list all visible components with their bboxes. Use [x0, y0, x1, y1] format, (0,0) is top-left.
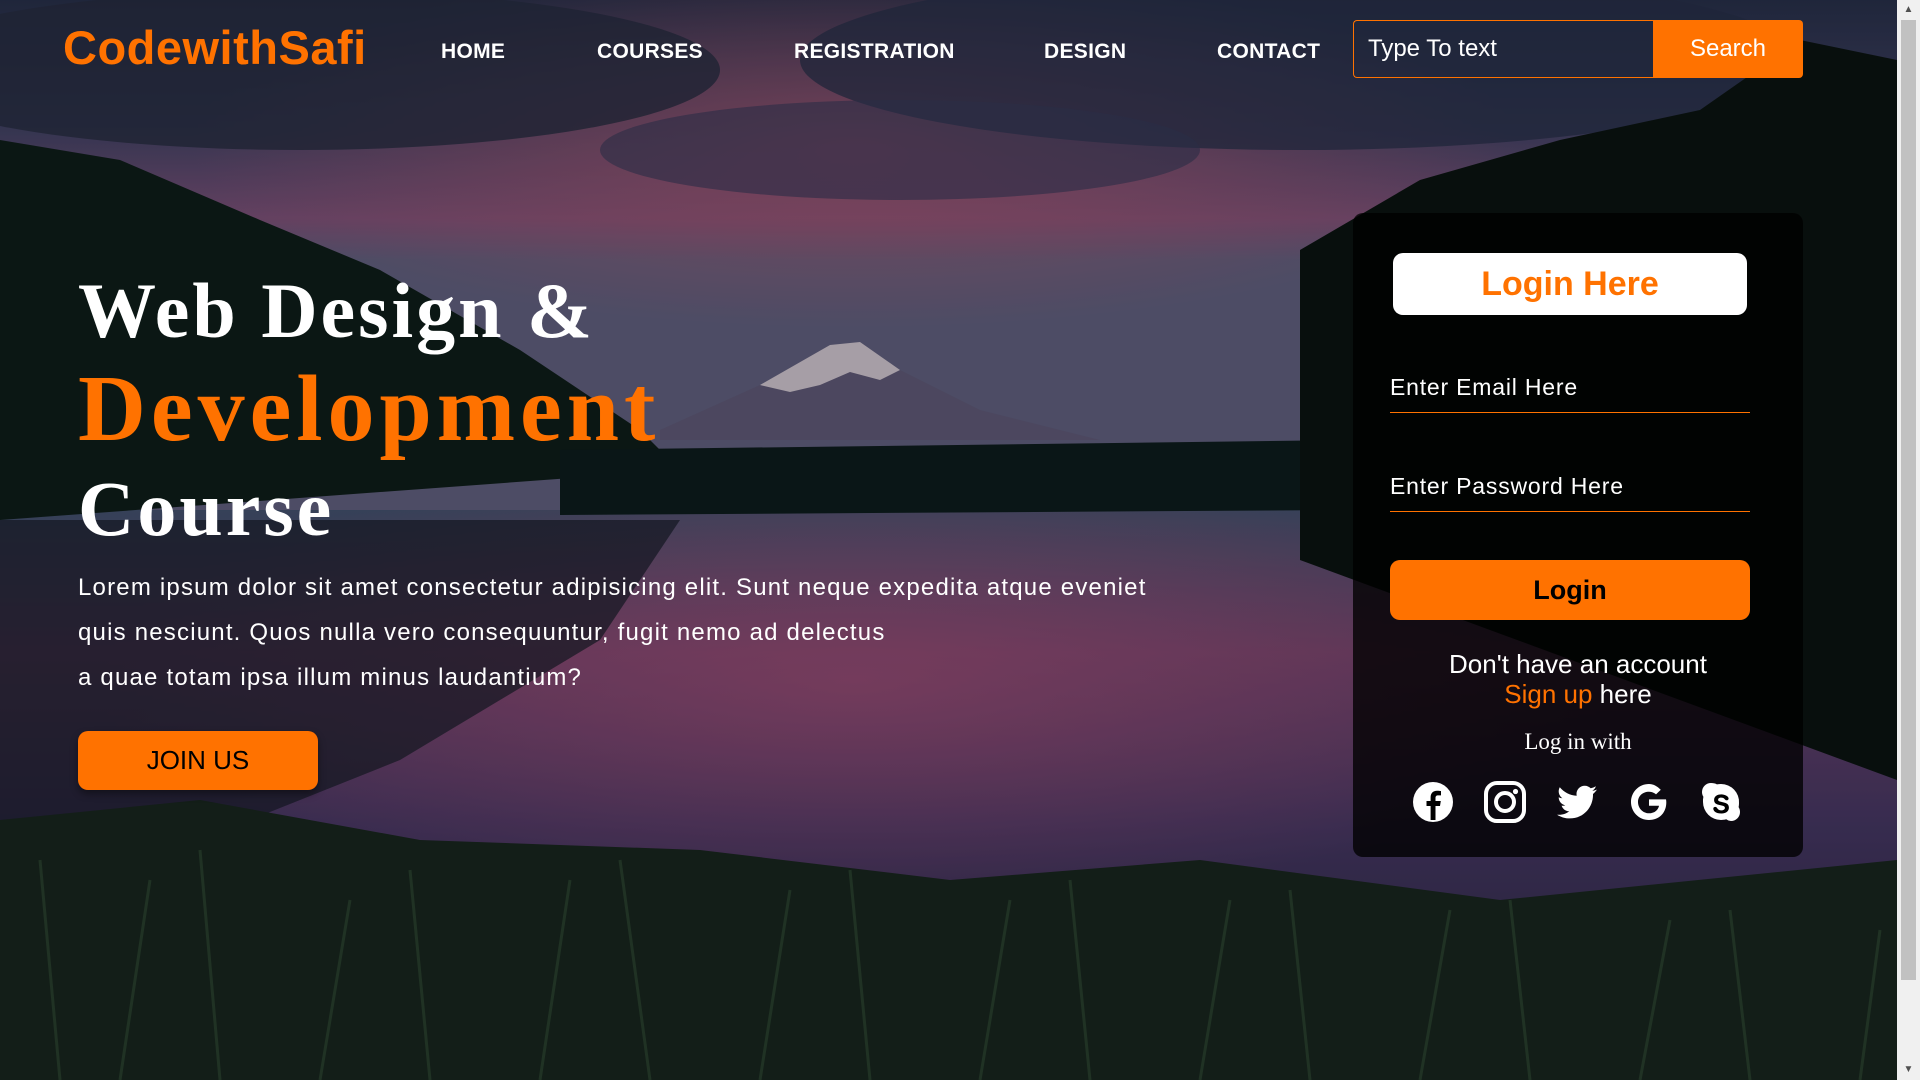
brand-logo[interactable]: CodewithSafi — [63, 20, 367, 75]
signup-suffix-text: here — [1592, 679, 1652, 709]
password-field[interactable] — [1390, 461, 1750, 512]
twitter-icon[interactable] — [1555, 780, 1599, 824]
facebook-icon[interactable] — [1411, 780, 1455, 824]
hero-description: Lorem ipsum dolor sit amet consectetur a… — [78, 565, 1238, 700]
google-icon[interactable] — [1627, 780, 1671, 824]
login-button[interactable]: Login — [1390, 560, 1750, 620]
scroll-up-arrow-icon[interactable]: ▲ — [1897, 0, 1920, 20]
hero-description-line: Lorem ipsum dolor sit amet consectetur a… — [78, 574, 1147, 601]
join-us-button[interactable]: JOIN US — [78, 731, 318, 790]
hero-heading: Web Design & Development Course — [78, 272, 660, 548]
search-button[interactable]: Search — [1653, 20, 1803, 78]
hero-title-line3: Course — [78, 465, 335, 552]
nav-registration[interactable]: REGISTRATION — [794, 40, 955, 64]
skype-icon[interactable] — [1699, 780, 1743, 824]
login-title: Login Here — [1393, 253, 1747, 315]
nav-design[interactable]: DESIGN — [1044, 40, 1126, 64]
scrollbar-thumb[interactable] — [1901, 20, 1916, 980]
hero-description-line: quis nesciunt. Quos nulla vero consequun… — [78, 619, 886, 646]
page-scrollbar[interactable]: ▲ ▼ — [1897, 0, 1920, 1080]
hero-title-line2: Development — [78, 357, 661, 461]
nav-contact[interactable]: CONTACT — [1217, 40, 1320, 64]
nav-home[interactable]: HOME — [441, 40, 505, 64]
hero-description-line: a quae totam ipsa illum minus laudantium… — [78, 664, 583, 691]
log-in-with-label: Log in with — [1524, 729, 1632, 754]
search-bar: Search — [1353, 20, 1803, 78]
scroll-down-arrow-icon[interactable]: ▼ — [1897, 1060, 1920, 1080]
signup-link[interactable]: Sign up — [1504, 679, 1592, 709]
login-form-card: Login Here Login Don't have an account S… — [1353, 213, 1803, 857]
nav-courses[interactable]: COURSES — [597, 40, 703, 64]
signup-prompt: Don't have an account Sign up here — [1353, 649, 1803, 709]
instagram-icon[interactable] — [1483, 780, 1527, 824]
no-account-text: Don't have an account — [1449, 649, 1707, 679]
search-input[interactable] — [1353, 20, 1653, 78]
email-field[interactable] — [1390, 362, 1750, 413]
hero-title-line1: Web Design & — [78, 267, 596, 354]
